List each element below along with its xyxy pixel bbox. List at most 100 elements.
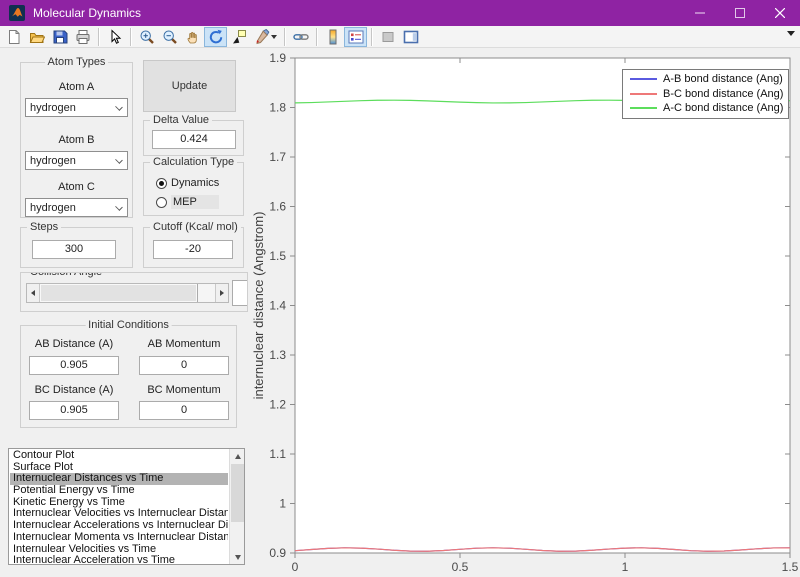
up-arrow-icon <box>235 454 241 459</box>
data-cursor-button[interactable] <box>227 27 250 47</box>
svg-text:0.5: 0.5 <box>452 560 469 574</box>
legend-entry: B-C bond distance (Ang) <box>630 87 784 102</box>
atom-b-dropdown[interactable]: hydrogen <box>25 151 128 170</box>
svg-text:1.4: 1.4 <box>269 299 286 313</box>
update-button[interactable]: Update <box>143 60 236 112</box>
toolbar-separator <box>98 28 99 46</box>
scroll-up-button[interactable] <box>230 449 245 463</box>
listbox-scrollbar[interactable] <box>229 449 244 564</box>
hide-plot-tools-icon <box>380 29 396 45</box>
delta-value-field[interactable]: 0.424 <box>152 130 236 149</box>
save-button[interactable] <box>48 27 71 47</box>
rotate-3d-button[interactable] <box>204 27 227 47</box>
radio-icon <box>156 178 167 189</box>
link-plots-button[interactable] <box>289 27 312 47</box>
show-plot-tools-button[interactable] <box>399 27 422 47</box>
down-arrow-icon <box>235 555 241 560</box>
svg-text:1.8: 1.8 <box>269 101 286 115</box>
scroll-down-button[interactable] <box>230 550 245 564</box>
chevron-down-icon <box>115 156 123 164</box>
zoom-in-button[interactable] <box>135 27 158 47</box>
svg-text:1.5: 1.5 <box>782 560 799 574</box>
legend-line-sample <box>630 107 657 109</box>
colorbar-button[interactable] <box>321 27 344 47</box>
toolbar-separator <box>316 28 317 46</box>
steps-panel: Steps 300 <box>20 227 133 268</box>
new-document-icon <box>6 29 22 45</box>
initial-conditions-panel: Initial Conditions AB Distance (A) 0.905… <box>20 325 237 428</box>
legend-button[interactable] <box>344 27 367 47</box>
svg-text:1.5: 1.5 <box>269 249 286 263</box>
list-item[interactable]: Internuclear Momenta vs Internuclear Dis… <box>10 532 228 544</box>
atom-c-dropdown[interactable]: hydrogen <box>25 198 128 217</box>
legend-icon <box>348 29 364 45</box>
bc-momentum-field[interactable]: 0 <box>139 401 229 420</box>
zoom-in-icon <box>139 29 155 45</box>
open-folder-button[interactable] <box>25 27 48 47</box>
zoom-out-button[interactable] <box>158 27 181 47</box>
svg-text:1.6: 1.6 <box>269 200 286 214</box>
window-title: Molecular Dynamics <box>33 6 141 20</box>
data-cursor-icon <box>231 29 247 45</box>
atom-a-label: Atom A <box>21 81 132 93</box>
new-document-button[interactable] <box>2 27 25 47</box>
collision-angle-panel: Collision Angle <box>20 272 248 312</box>
left-arrow-icon <box>31 290 35 296</box>
pointer-icon <box>107 29 123 45</box>
list-item[interactable]: Potential Energy vs Time <box>10 485 228 497</box>
close-button[interactable] <box>760 0 800 26</box>
link-plots-icon <box>293 29 309 45</box>
collision-angle-slider[interactable] <box>26 283 229 303</box>
plot-legend[interactable]: A-B bond distance (Ang)B-C bond distance… <box>622 69 789 119</box>
ab-distance-label: AB Distance (A) <box>29 338 119 350</box>
collision-angle-value-field[interactable] <box>232 280 248 306</box>
list-item[interactable]: Contour Plot <box>10 450 228 462</box>
maximize-button[interactable] <box>720 0 760 26</box>
listbox-items: Contour PlotSurface PlotInternuclear Dis… <box>10 450 228 564</box>
atom-c-value: hydrogen <box>30 202 76 214</box>
minimize-button[interactable] <box>680 0 720 26</box>
svg-text:1.3: 1.3 <box>269 348 286 362</box>
rotate-3d-icon <box>208 29 224 45</box>
brush-icon <box>254 29 270 45</box>
list-item[interactable]: Internuclear Acceleration vs Time <box>10 555 228 564</box>
plot-type-listbox[interactable]: Contour PlotSurface PlotInternuclear Dis… <box>8 448 245 565</box>
toolbar-overflow-icon[interactable] <box>787 31 795 36</box>
svg-text:0: 0 <box>292 560 299 574</box>
plot-canvas[interactable]: 0.911.11.21.31.41.51.61.71.81.900.511.5i… <box>250 50 800 577</box>
slider-right-arrow[interactable] <box>215 284 228 302</box>
legend-line-sample <box>630 78 657 80</box>
steps-title: Steps <box>27 221 61 233</box>
toolbar-separator <box>371 28 372 46</box>
brush-button[interactable] <box>250 27 280 47</box>
pointer-button[interactable] <box>103 27 126 47</box>
legend-label: A-C bond distance (Ang) <box>663 102 783 114</box>
legend-label: B-C bond distance (Ang) <box>663 88 783 100</box>
ab-distance-field[interactable]: 0.905 <box>29 356 119 375</box>
chevron-down-icon <box>115 103 123 111</box>
toolbar-separator <box>284 28 285 46</box>
titlebar: Molecular Dynamics <box>0 0 800 26</box>
cutoff-field[interactable]: -20 <box>153 240 233 259</box>
pan-hand-button[interactable] <box>181 27 204 47</box>
ab-momentum-field[interactable]: 0 <box>139 356 229 375</box>
scrollbar-thumb[interactable] <box>231 464 244 522</box>
dynamics-radio[interactable]: Dynamics <box>156 176 219 190</box>
steps-field[interactable]: 300 <box>32 240 116 259</box>
print-button[interactable] <box>71 27 94 47</box>
slider-left-arrow[interactable] <box>27 284 40 302</box>
mep-radio-label: MEP <box>171 195 219 209</box>
colorbar-icon <box>325 29 341 45</box>
atom-a-dropdown[interactable]: hydrogen <box>25 98 128 117</box>
mep-radio[interactable]: MEP <box>156 195 219 209</box>
legend-entry: A-B bond distance (Ang) <box>630 72 784 87</box>
svg-text:1: 1 <box>622 560 629 574</box>
molecular-dynamics-window: { "window": {"title": "Molecular Dynamic… <box>0 0 800 577</box>
atom-a-value: hydrogen <box>30 102 76 114</box>
collision-angle-slider-thumb[interactable] <box>40 284 198 302</box>
plot-region: 0.911.11.21.31.41.51.61.71.81.900.511.5i… <box>250 50 800 577</box>
svg-text:0.9: 0.9 <box>269 546 286 560</box>
dropdown-caret-icon[interactable] <box>271 35 277 39</box>
delta-value-title: Delta Value <box>150 114 212 126</box>
bc-distance-field[interactable]: 0.905 <box>29 401 119 420</box>
